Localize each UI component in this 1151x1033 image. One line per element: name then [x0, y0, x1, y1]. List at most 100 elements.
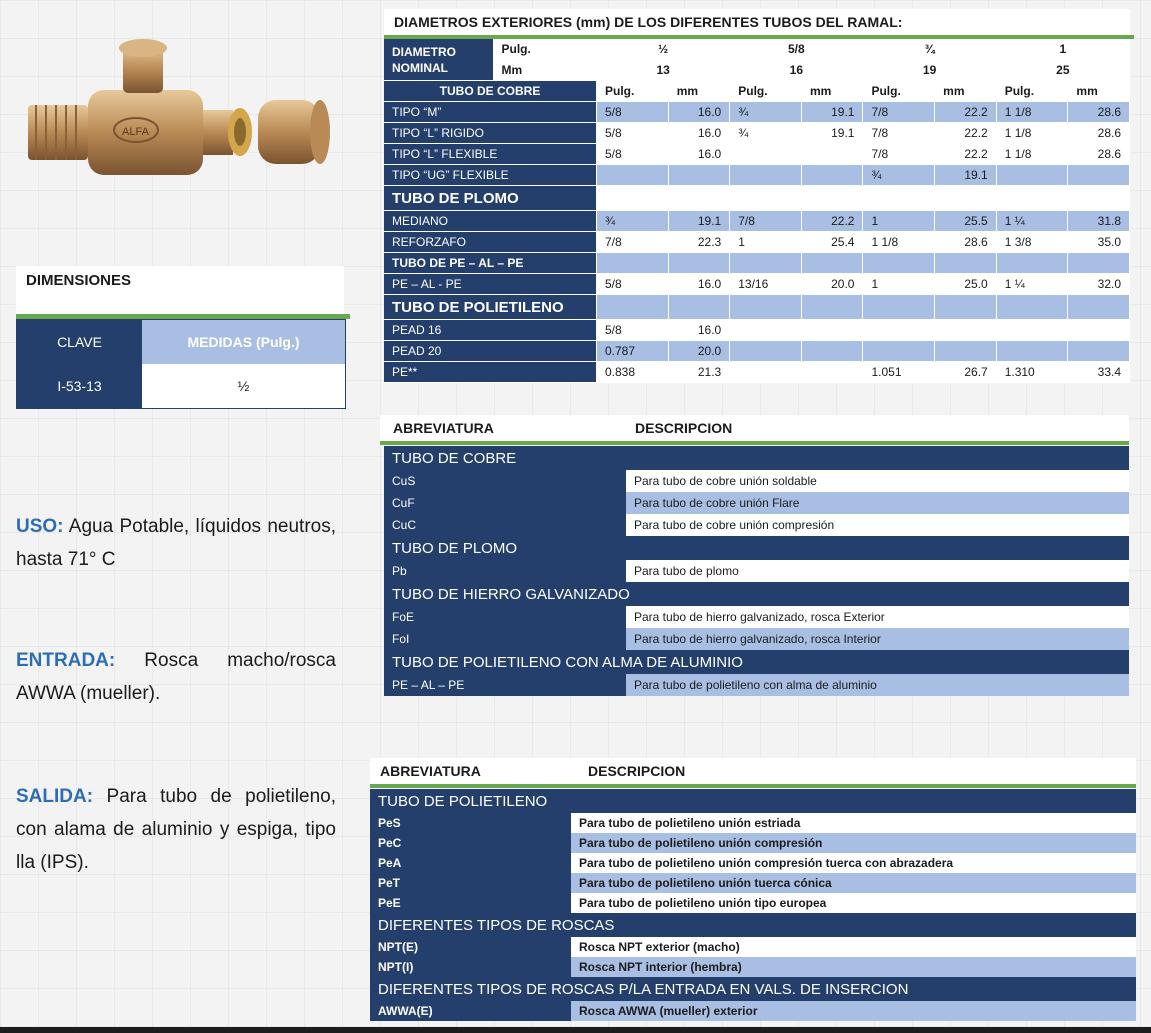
row-cell: 16.0: [668, 274, 731, 295]
row-cell: [1068, 165, 1130, 186]
row-cell: 5/8: [597, 102, 669, 123]
table-row: TIPO “L” FLEXIBLE 5/8 16.0 7/8 22.2 1 1/8 28.6: [384, 144, 1130, 165]
row-label: PEAD 16: [384, 320, 597, 341]
row-cell: 33.4: [1068, 362, 1130, 383]
abbr-cell: PeC: [370, 833, 571, 853]
table-row: PeE Para tubo de polietileno unión tipo e…: [370, 893, 1136, 913]
section-row: DIFERENTES TIPOS DE ROSCAS P/LA ENTRADA …: [370, 977, 1136, 1001]
row-cell: 25.5: [935, 211, 997, 232]
row-cell: [730, 253, 802, 274]
section-row: TUBO DE PLOMO: [384, 536, 1129, 560]
sub-header: mm: [801, 81, 864, 102]
table-row: AWWA(E) Rosca AWWA (mueller) exterior: [370, 1001, 1136, 1021]
row-cell: [597, 295, 669, 320]
row-cell: 31.8: [1068, 211, 1130, 232]
abrev1-col-desc: DESCRIPCION: [635, 420, 733, 436]
row-label: TUBO DE PLOMO: [384, 186, 597, 211]
table-row: CuF Para tubo de cobre unión Flare: [384, 492, 1129, 514]
desc-cell: Para tubo de polietileno unión tipo euro…: [571, 893, 1136, 913]
table-row: TUBO DE PE – AL – PE: [384, 253, 1130, 274]
row-cell: 5/8: [597, 123, 669, 144]
table-row: NPT(I) Rosca NPT interior (hembra): [370, 957, 1136, 977]
bottom-bar: [0, 1027, 1151, 1033]
row-cell: 5/8: [597, 144, 669, 165]
abbr-cell: PeA: [370, 853, 571, 873]
table-row: REFORZAFO 7/8 22.3 1 25.4 1 1/8 28.6 1 3/8 35.0: [384, 232, 1130, 253]
row-cell: 1: [863, 274, 936, 295]
desc-cell: Para tubo de polietileno unión compresió…: [571, 833, 1136, 853]
row-cell: 19.1: [801, 123, 864, 144]
row-cell: [996, 341, 1069, 362]
table-row: PeS Para tubo de polietileno unión estria…: [370, 813, 1136, 833]
row-cell: [1068, 186, 1130, 211]
row-cell: 1 3/8: [996, 232, 1069, 253]
row-cell: [863, 320, 936, 341]
uso-text: USO: Agua Potable, líquidos neutros, has…: [16, 516, 336, 570]
row-cell: 5/8: [597, 320, 669, 341]
row-cell: [935, 186, 997, 211]
row-label: TIPO “L” RIGIDO: [384, 123, 597, 144]
sub-header: mm: [668, 81, 731, 102]
row-cell: 19.1: [801, 102, 864, 123]
abbr-cell: PeT: [370, 873, 571, 893]
desc-cell: Para tubo de polietileno unión estriada: [571, 813, 1136, 833]
row-cell: [730, 165, 802, 186]
row-cell: 1.051: [863, 362, 936, 383]
table-row: TIPO “UG” FLEXIBLE ¾ 19.1: [384, 165, 1130, 186]
row-label: REFORZAFO: [384, 232, 597, 253]
cobre-title: TUBO DE COBRE: [384, 81, 597, 102]
nominal-pulg: ½: [597, 39, 731, 60]
dimensiones-table: CLAVE MEDIDAS (Pulg.) I-53-13 ½: [16, 319, 346, 409]
row-cell: 1: [730, 232, 802, 253]
section-row: TUBO DE HIERRO GALVANIZADO: [384, 582, 1129, 606]
table-row: MEDIANO ¾ 19.1 7/8 22.2 1 25.5 1 ¼ 31.8: [384, 211, 1130, 232]
row-cell: ¾: [730, 102, 802, 123]
row-cell: [935, 320, 997, 341]
abbr-cell: NPT(E): [370, 937, 571, 957]
desc-cell: Para tubo de plomo: [626, 560, 1129, 582]
row-cell: [801, 320, 864, 341]
row-cell: [863, 341, 936, 362]
row-cell: [996, 186, 1069, 211]
row-cell: 1.310: [996, 362, 1069, 383]
abbr-cell: Pb: [384, 560, 626, 582]
row-cell: [1068, 341, 1130, 362]
section-title: TUBO DE POLIETILENO CON ALMA DE ALUMINIO: [384, 650, 1129, 674]
row-cell: 20.0: [668, 341, 731, 362]
sub-header: mm: [935, 81, 997, 102]
desc-cell: Para tubo de hierro galvanizado, rosca I…: [626, 628, 1129, 650]
row-cell: 28.6: [1068, 144, 1130, 165]
table-row: PE – AL – PE Para tubo de polietileno con…: [384, 674, 1129, 696]
table-row: PEAD 16 5/8 16.0: [384, 320, 1130, 341]
sub-header: mm: [1068, 81, 1130, 102]
desc-cell: Para tubo de polietileno unión tuerca có…: [571, 873, 1136, 893]
entrada-text: ENTRADA: Rosca macho/rosca AWWA (mueller…: [16, 650, 336, 704]
desc-cell: Para tubo de hierro galvanizado, rosca E…: [626, 606, 1129, 628]
abrev1-table: TUBO DE COBRE CuS Para tubo de cobre unión…: [384, 446, 1129, 696]
table-row: PEAD 20 0.787 20.0: [384, 341, 1130, 362]
table-row: CuC Para tubo de cobre unión compresión: [384, 514, 1129, 536]
nominal-mm: 25: [996, 60, 1130, 81]
table-row: TUBO DE POLIETILENO: [384, 295, 1130, 320]
table-row: TUBO DE PLOMO: [384, 186, 1130, 211]
row-cell: 26.7: [935, 362, 997, 383]
row-cell: [1068, 320, 1130, 341]
row-cell: [730, 186, 802, 211]
row-cell: [730, 144, 802, 165]
row-cell: 21.3: [668, 362, 731, 383]
table-row: TIPO “L” RIGIDO 5/8 16.0 ¾ 19.1 7/8 22.2 1 1/8 2…: [384, 123, 1130, 144]
row-cell: 1: [863, 211, 936, 232]
table-row: PeA Para tubo de polietileno unión compre…: [370, 853, 1136, 873]
row-cell: 7/8: [863, 102, 936, 123]
row-cell: [996, 165, 1069, 186]
row-cell: [996, 253, 1069, 274]
abbr-cell: FoI: [384, 628, 626, 650]
row-cell: 22.2: [935, 144, 997, 165]
row-cell: 16.0: [668, 123, 731, 144]
abbr-cell: CuF: [384, 492, 626, 514]
diametros-table: DIAMETRO NOMINAL Pulg. ½ 5/8 ¾ 1 Mm 13 1…: [384, 39, 1130, 383]
row-cell: 28.6: [935, 232, 997, 253]
section-title: TUBO DE COBRE: [384, 446, 1129, 470]
desc-cell: Para tubo de polietileno unión compresió…: [571, 853, 1136, 873]
row-cell: 25.4: [801, 232, 864, 253]
